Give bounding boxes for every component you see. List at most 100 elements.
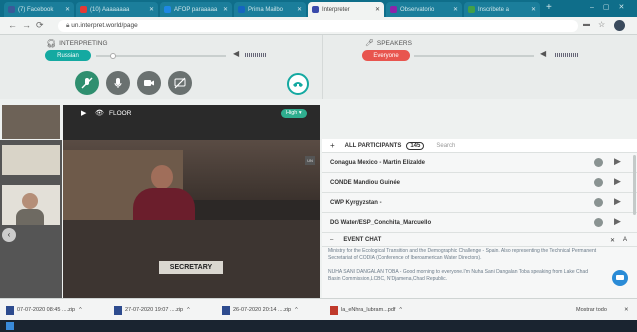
interpreting-label: INTERPRETING xyxy=(59,40,108,47)
un-logo-icon: UN xyxy=(305,156,315,165)
play-icon[interactable]: ▶ xyxy=(81,109,86,117)
speakers-icon: 🎤︎ xyxy=(365,40,374,47)
list-item[interactable]: CONDE Mandiou Guinée xyxy=(322,173,637,193)
browser-tab[interactable]: Inscribete a ✕ xyxy=(464,2,540,17)
play-icon[interactable]: ▶ xyxy=(614,196,621,207)
camera-button[interactable] xyxy=(137,71,161,95)
screen-share-off-button[interactable] xyxy=(168,71,192,95)
chevron-up-icon[interactable]: ^ xyxy=(79,307,82,313)
speaker-head xyxy=(151,165,173,189)
scrollbar[interactable] xyxy=(633,155,636,215)
browser-tab[interactable]: AFOP paraaaaa ✕ xyxy=(160,2,232,17)
divider xyxy=(322,35,323,99)
nameplate: SECRETARY xyxy=(159,261,223,274)
collapse-icon[interactable]: – xyxy=(330,237,333,243)
forward-arrow-icon[interactable]: → xyxy=(22,20,31,30)
tab-title: (10) Aaaaaaaa xyxy=(90,6,130,13)
speakers-section: 🎤︎ SPEAKERS xyxy=(365,39,412,48)
speakers-label: SPEAKERS xyxy=(376,39,412,47)
thumbnail-image[interactable] xyxy=(2,105,60,139)
download-name: 27-07-2020 19:07 ....zip xyxy=(125,307,184,313)
list-item[interactable]: DG Water/ESP_Conchita_Marcuello xyxy=(322,213,637,233)
close-downloads-icon[interactable]: ✕ xyxy=(624,304,629,316)
browser-tab-active[interactable]: Interpreter ✕ xyxy=(308,2,384,17)
search-input[interactable]: Search xyxy=(436,143,455,149)
event-chat-header: – EVENT CHAT ✕ A xyxy=(322,234,637,247)
tab-title: AFOP paraaaaa xyxy=(174,6,218,13)
file-icon xyxy=(6,305,14,315)
hang-up-button[interactable] xyxy=(287,73,309,95)
close-tab-icon[interactable]: ✕ xyxy=(528,6,536,13)
participant-status-icon xyxy=(594,198,603,207)
plus-icon[interactable]: + xyxy=(330,141,335,150)
interpreting-section: 🎧︎ INTERPRETING xyxy=(46,39,108,48)
participant-status-icon xyxy=(594,218,603,227)
speakers-select-button[interactable]: Everyone xyxy=(362,50,410,61)
body-shape xyxy=(16,209,44,225)
thumbnail-image[interactable] xyxy=(2,145,60,175)
download-item[interactable]: 27-07-2020 19:07 ....zip ^ xyxy=(114,304,190,316)
chevron-up-icon[interactable]: ^ xyxy=(187,307,190,313)
browser-tab-strip: (7) Facebook ✕ (10) Aaaaaaaa ✕ AFOP para… xyxy=(0,0,637,17)
tab-title: Prima Mailbo xyxy=(248,6,284,13)
volume-icon[interactable]: ◀ xyxy=(233,49,239,58)
key-icon[interactable]: ▬ xyxy=(583,21,590,28)
tab-favicon-icon xyxy=(238,6,245,13)
floor-label: FLOOR xyxy=(109,110,132,117)
avatar[interactable] xyxy=(614,20,625,31)
close-tab-icon[interactable]: ✕ xyxy=(62,6,70,13)
close-tab-icon[interactable]: ✕ xyxy=(220,6,228,13)
close-tab-icon[interactable]: ✕ xyxy=(450,6,458,13)
download-item[interactable]: 07-07-2020 08:45 ....zip ^ xyxy=(6,304,82,316)
new-tab-button[interactable]: + xyxy=(546,2,552,13)
list-item[interactable]: Conagua Mexico - Martin Elizalde xyxy=(322,153,637,173)
os-taskbar xyxy=(0,320,637,332)
chevron-up-icon[interactable]: ^ xyxy=(295,307,298,313)
download-item[interactable]: la_eNhra_lubram...pdf ^ xyxy=(330,304,402,316)
download-name: 07-07-2020 08:45 ....zip xyxy=(17,307,76,313)
browser-tab[interactable]: Prima Mailbo ✕ xyxy=(234,2,306,17)
tab-title: Inscribete a xyxy=(478,6,510,13)
play-icon[interactable]: ▶ xyxy=(614,176,621,187)
floor-video[interactable]: SECRETARY UN xyxy=(63,140,320,298)
participants-header: + ALL PARTICIPANTS 145 Search xyxy=(322,139,637,153)
speakers-volume-track[interactable] xyxy=(414,55,534,57)
play-icon[interactable]: ▶ xyxy=(614,156,621,167)
browser-tab[interactable]: (10) Aaaaaaaa ✕ xyxy=(76,2,158,17)
address-bar-row: ← → ⟳ 🔒︎ un.interpret.world/page ▬ ☆ xyxy=(0,17,637,35)
bookmark-star-icon[interactable]: ☆ xyxy=(598,20,605,29)
reload-icon[interactable]: ⟳ xyxy=(36,20,44,31)
phone-hangup-icon xyxy=(293,82,303,87)
thumbnail-strip: ‹ xyxy=(0,105,62,298)
tab-title: (7) Facebook xyxy=(18,6,54,13)
play-icon[interactable]: ▶ xyxy=(614,216,621,227)
browser-tab[interactable]: Observatorio ✕ xyxy=(386,2,462,17)
font-size-icon[interactable]: A xyxy=(623,237,627,243)
close-tab-icon[interactable]: ✕ xyxy=(372,6,380,13)
chevron-left-icon[interactable]: ‹ xyxy=(2,228,16,242)
close-tab-icon[interactable]: ✕ xyxy=(146,6,154,13)
download-name: 26-07-2020 20:14 ....zip xyxy=(233,307,292,313)
interpreting-language-button[interactable]: Russian xyxy=(45,50,91,61)
mute-chat-icon[interactable]: ✕ xyxy=(610,237,615,244)
list-item[interactable]: CWP Kyrgyzstan - xyxy=(322,193,637,213)
participant-name: Conagua Mexico - Martin Elizalde xyxy=(330,159,426,166)
tab-title: Observatorio xyxy=(400,6,435,13)
close-tab-icon[interactable]: ✕ xyxy=(294,6,302,13)
browser-tab[interactable]: (7) Facebook ✕ xyxy=(4,2,74,17)
url-field[interactable]: 🔒︎ un.interpret.world/page xyxy=(58,20,578,32)
participant-thumbnail[interactable] xyxy=(2,185,60,225)
download-item[interactable]: 26-07-2020 20:14 ....zip ^ xyxy=(222,304,298,316)
microphone-button[interactable] xyxy=(106,71,130,95)
window-controls[interactable]: –▢✕ xyxy=(590,3,633,11)
mute-mic-button[interactable] xyxy=(75,71,99,95)
start-icon[interactable] xyxy=(6,322,14,330)
quality-select[interactable]: High ▾ xyxy=(281,109,307,118)
send-chat-button[interactable] xyxy=(612,270,628,286)
participants-title: ALL PARTICIPANTS xyxy=(344,142,402,149)
speaker-volume-icon[interactable]: ◀ xyxy=(540,49,546,58)
back-arrow-icon[interactable]: ← xyxy=(8,20,17,30)
show-all-downloads[interactable]: Mostrar todo xyxy=(576,304,607,316)
chevron-up-icon[interactable]: ^ xyxy=(399,307,402,313)
interpreting-volume-thumb[interactable] xyxy=(110,53,116,59)
